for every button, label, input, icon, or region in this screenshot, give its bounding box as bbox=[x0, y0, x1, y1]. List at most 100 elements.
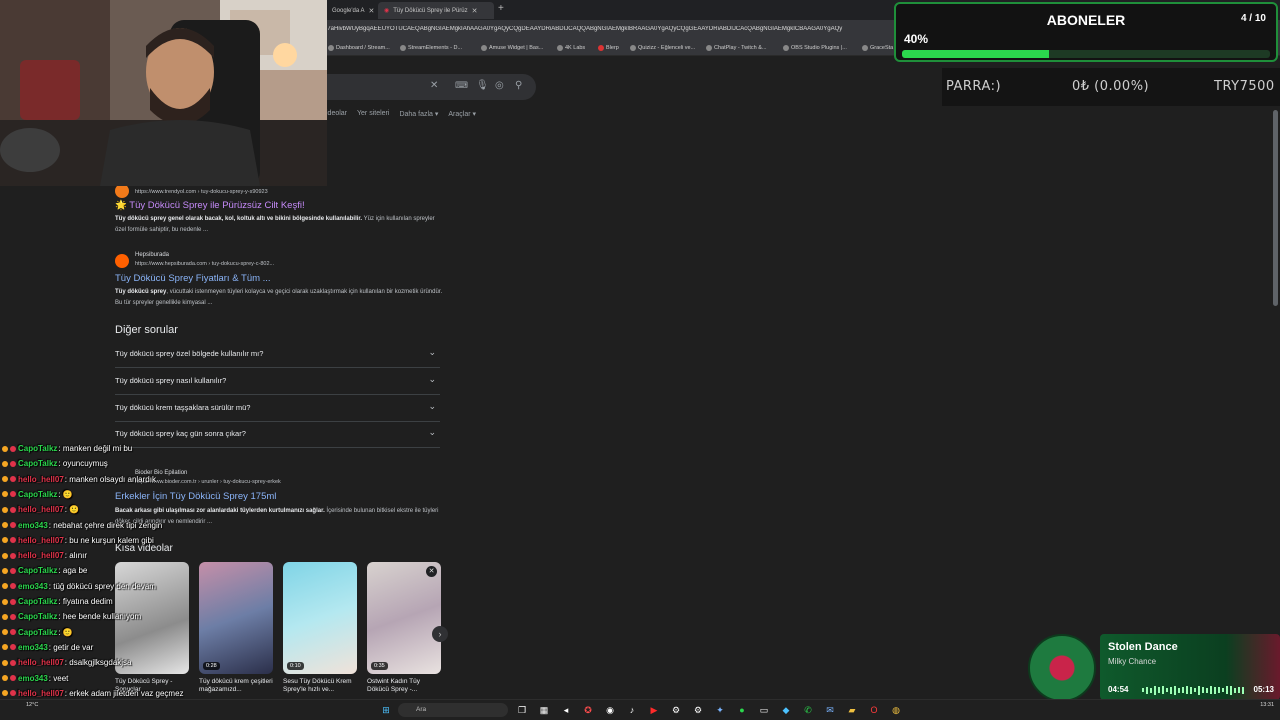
taskbar-clock[interactable]: 13:31 bbox=[1260, 702, 1274, 709]
result-url[interactable]: https://www.trendyol.com › tuy-dokucu-sp… bbox=[135, 189, 268, 195]
chat-badge-icon bbox=[2, 491, 8, 498]
youtube-icon[interactable]: ▶ bbox=[648, 704, 660, 716]
settings-icon[interactable]: ⚙ bbox=[670, 704, 682, 716]
page-scrollbar[interactable] bbox=[1273, 110, 1278, 306]
paa-question[interactable]: Tüy dökücü krem taşşaklara sürülür mü? ⌄ bbox=[115, 396, 440, 422]
video-caption[interactable]: Sesu Tüy Dökücü Krem Sprey'le hızlı ve..… bbox=[283, 678, 359, 694]
tab-active[interactable]: ◉ Tüy Dökücü Sprey ile Pürüz ✕ bbox=[378, 2, 494, 19]
video-thumbnail[interactable]: 0:35 bbox=[367, 562, 441, 674]
search-input[interactable]: ✕ ⌨ 🎙 ◎ ⚲ bbox=[326, 74, 536, 100]
spotify-icon[interactable]: ● bbox=[736, 704, 748, 716]
app-icon[interactable]: ▭ bbox=[758, 704, 770, 716]
tab-tools[interactable]: Araçlar ▾ bbox=[448, 110, 476, 118]
chrome-icon[interactable]: ◍ bbox=[890, 704, 902, 716]
paa-question[interactable]: Tüy dökücü sprey nasıl kullanılır? ⌄ bbox=[115, 369, 440, 395]
waveform-bar bbox=[1242, 686, 1244, 694]
chat-badge-icon bbox=[10, 491, 16, 498]
chevron-right-icon[interactable]: › bbox=[432, 626, 448, 642]
waveform-bar bbox=[1218, 687, 1220, 693]
chat-username[interactable]: CapoTalkz bbox=[18, 566, 57, 575]
whatsapp-icon[interactable]: ✆ bbox=[802, 704, 814, 716]
chat-username[interactable]: hello_hell07 bbox=[18, 689, 64, 698]
folder-icon[interactable]: ▰ bbox=[846, 704, 858, 716]
paa-question[interactable]: Tüy dökücü sprey özel bölgede kullanılır… bbox=[115, 342, 440, 368]
close-icon[interactable]: ✕ bbox=[369, 7, 375, 15]
stream-screen: Google'da A ✕ ◉ Tüy Dökücü Sprey ile Pür… bbox=[0, 0, 1280, 720]
chat-username[interactable]: hello_hell07 bbox=[18, 505, 64, 514]
chat-username[interactable]: CapoTalkz bbox=[18, 628, 57, 637]
app-icon[interactable]: ✪ bbox=[582, 704, 594, 716]
bookmark-label: Amuse Widget | Bas... bbox=[489, 45, 544, 51]
result-title[interactable]: 🌟 Tüy Dökücü Sprey ile Pürüzsüz Cilt Keş… bbox=[115, 200, 305, 211]
bookmark-icon bbox=[481, 45, 487, 51]
chat-username[interactable]: CapoTalkz bbox=[18, 597, 57, 606]
chat-username[interactable]: emo343 bbox=[18, 521, 48, 530]
bookmark-item[interactable]: 4K Labs bbox=[557, 45, 585, 51]
chat-username[interactable]: hello_hell07 bbox=[18, 536, 64, 545]
app-icon[interactable]: ⚙ bbox=[692, 704, 704, 716]
webcam-feed bbox=[0, 0, 327, 186]
tab-places[interactable]: Yer siteleri bbox=[357, 110, 389, 118]
bookmark-item[interactable]: OBS Studio Plugins |... bbox=[783, 45, 847, 51]
lens-icon[interactable]: ◎ bbox=[495, 80, 504, 91]
video-caption[interactable]: Ostwint Kadın Tüy Dökücü Sprey -... bbox=[367, 678, 443, 694]
app-icon[interactable]: ♪ bbox=[626, 704, 638, 716]
result-title[interactable]: Erkekler İçin Tüy Dökücü Sprey 175ml bbox=[115, 491, 276, 502]
paa-question[interactable]: Tüy dökücü sprey kaç gün sonra çıkar? ⌄ bbox=[115, 422, 440, 448]
result-url[interactable]: https://www.hepsiburada.com › tuy-dokucu… bbox=[135, 261, 274, 267]
bookmark-item[interactable]: Quizizz - Eğlenceli ve... bbox=[630, 45, 695, 51]
bookmark-item[interactable]: ChatPlay - Twitch &... bbox=[706, 45, 766, 51]
chat-username[interactable]: emo343 bbox=[18, 582, 48, 591]
video-thumbnail[interactable]: 0:28 bbox=[199, 562, 273, 674]
tab-google[interactable]: Google'da A ✕ bbox=[326, 2, 376, 19]
keyboard-icon[interactable]: ⌨ bbox=[455, 80, 468, 91]
tab-more[interactable]: Daha fazla ▾ bbox=[399, 110, 438, 118]
mail-icon[interactable]: ✉ bbox=[824, 704, 836, 716]
chat-badge-icon bbox=[10, 537, 16, 544]
result-title[interactable]: Tüy Dökücü Sprey Fiyatları & Tüm ... bbox=[115, 273, 271, 284]
clear-icon[interactable]: ✕ bbox=[430, 80, 438, 91]
url-text[interactable]: j7aHivbWUyBgqAEEUYOTUCAEQABgNGIAEMgkIAhA… bbox=[326, 26, 896, 32]
waveform-bar bbox=[1182, 687, 1184, 693]
search-icon[interactable]: ⚲ bbox=[515, 80, 522, 91]
chat-badge-icon bbox=[2, 506, 8, 513]
close-icon[interactable]: ✕ bbox=[472, 7, 478, 15]
microphone-icon[interactable]: 🎙 bbox=[476, 80, 489, 91]
bookmark-item[interactable]: Dashboard / Stream... bbox=[328, 45, 390, 51]
chat-username[interactable]: CapoTalkz bbox=[18, 459, 57, 468]
video-thumbnail[interactable]: 0:10 bbox=[283, 562, 357, 674]
bookmark-item[interactable]: StreamElements - D... bbox=[400, 45, 462, 51]
opera-icon[interactable]: O bbox=[868, 704, 880, 716]
result-url[interactable]: https://www.bioder.com.tr › urunler › tu… bbox=[135, 479, 281, 485]
bookmark-item[interactable]: Blerp bbox=[598, 45, 619, 51]
chat-username[interactable]: hello_hell07 bbox=[18, 551, 64, 560]
chat-username[interactable]: hello_hell07 bbox=[18, 475, 64, 484]
new-tab-icon[interactable]: + bbox=[498, 3, 504, 14]
close-icon[interactable]: ✕ bbox=[426, 566, 437, 577]
app-icon[interactable]: ◆ bbox=[780, 704, 792, 716]
bookmark-label: OBS Studio Plugins |... bbox=[791, 45, 847, 51]
tab-videos[interactable]: ideolar bbox=[326, 110, 347, 118]
task-view-icon[interactable]: ❐ bbox=[516, 704, 528, 716]
bookmark-icon bbox=[400, 45, 406, 51]
chat-username[interactable]: hello_hell07 bbox=[18, 658, 64, 667]
chat-username[interactable]: emo343 bbox=[18, 674, 48, 683]
chat-username[interactable]: CapoTalkz bbox=[18, 490, 57, 499]
app-icon[interactable]: ◂ bbox=[560, 704, 572, 716]
video-caption[interactable]: Tüy dökücü krem çeşitleri mağazamızd... bbox=[199, 678, 275, 694]
explorer-icon[interactable]: ▦ bbox=[538, 704, 550, 716]
chat-username[interactable]: CapoTalkz bbox=[18, 444, 57, 453]
chat-badge-icon bbox=[2, 445, 8, 452]
chat-username[interactable]: emo343 bbox=[18, 643, 48, 652]
app-icon[interactable]: ✦ bbox=[714, 704, 726, 716]
song-elapsed: 04:54 bbox=[1108, 685, 1129, 694]
obs-icon[interactable]: ◉ bbox=[604, 704, 616, 716]
chat-badge-icon bbox=[10, 552, 16, 559]
chat-username[interactable]: CapoTalkz bbox=[18, 612, 57, 621]
bookmark-item[interactable]: Amuse Widget | Bas... bbox=[481, 45, 543, 51]
windows-start-icon[interactable]: ⊞ bbox=[380, 704, 392, 716]
bookmark-item[interactable]: GraceSta bbox=[862, 45, 893, 51]
taskbar-search[interactable]: Ara bbox=[398, 703, 508, 717]
weather-widget[interactable]: 12°C bbox=[26, 702, 38, 709]
result-site: Hepsiburada bbox=[135, 252, 170, 258]
